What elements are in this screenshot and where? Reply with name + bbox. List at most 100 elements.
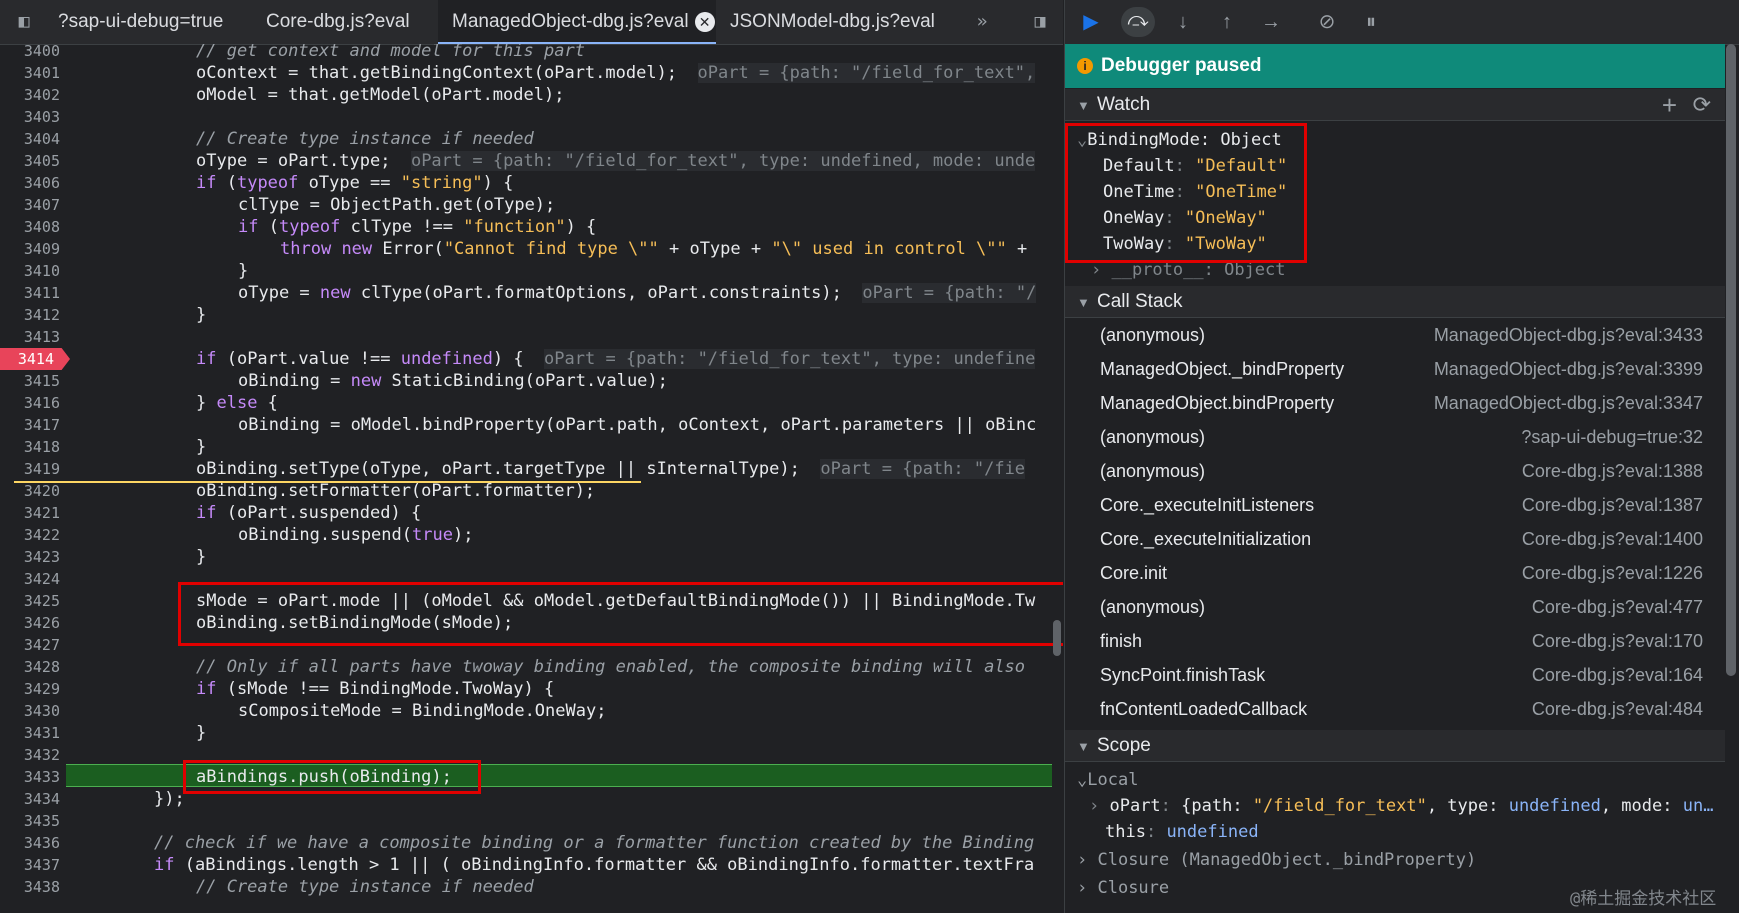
chevron-down-icon[interactable]: ⌄ bbox=[1077, 770, 1087, 790]
tab-core-dbg[interactable]: Core-dbg.js?eval bbox=[266, 0, 426, 44]
line-number[interactable]: 3405 bbox=[0, 150, 62, 172]
line-number[interactable]: 3418 bbox=[0, 436, 62, 458]
line-number[interactable]: 3425 bbox=[0, 590, 62, 612]
refresh-icon[interactable]: ⟳ bbox=[1693, 89, 1711, 121]
line-number[interactable]: 3434 bbox=[0, 788, 62, 810]
code-line: } bbox=[238, 261, 249, 281]
line-number[interactable]: 3429 bbox=[0, 678, 62, 700]
scope-var-this[interactable]: this: undefined bbox=[1105, 820, 1259, 844]
line-number[interactable]: 3402 bbox=[0, 84, 62, 106]
frame-location-link[interactable]: Core-dbg.js?eval:1388 bbox=[1522, 454, 1703, 488]
line-number[interactable]: 3400 bbox=[0, 44, 62, 62]
line-number[interactable]: 3403 bbox=[0, 106, 62, 128]
code-line: } else { bbox=[196, 393, 278, 413]
frame-location-link[interactable]: Core-dbg.js?eval:1400 bbox=[1522, 522, 1703, 556]
line-number[interactable]: 3424 bbox=[0, 568, 62, 590]
line-number[interactable]: 3410 bbox=[0, 260, 62, 282]
frame-location-link[interactable]: Core-dbg.js?eval:1387 bbox=[1522, 488, 1703, 522]
line-number[interactable]: 3417 bbox=[0, 414, 62, 436]
line-number[interactable]: 3427 bbox=[0, 634, 62, 656]
call-frame[interactable]: (anonymous) ?sap-ui-debug=true:32 bbox=[1065, 420, 1725, 454]
line-number[interactable]: 3437 bbox=[0, 854, 62, 876]
line-number[interactable]: 3436 bbox=[0, 832, 62, 854]
line-number[interactable]: 3407 bbox=[0, 194, 62, 216]
line-number[interactable]: 3423 bbox=[0, 546, 62, 568]
scope-closure[interactable]: › Closure bbox=[1077, 876, 1169, 900]
line-number[interactable]: 3406 bbox=[0, 172, 62, 194]
toggle-navigator-icon[interactable]: ◧ bbox=[12, 12, 36, 32]
line-number[interactable]: 3438 bbox=[0, 876, 62, 898]
line-number[interactable]: 3433 bbox=[0, 766, 62, 788]
call-frame[interactable]: Core._executeInitListeners Core-dbg.js?ev… bbox=[1065, 488, 1725, 522]
expand-triangle-icon: ▼ bbox=[1077, 98, 1090, 113]
chevron-right-icon[interactable]: › bbox=[1091, 260, 1111, 280]
call-frame[interactable]: finish Core-dbg.js?eval:170 bbox=[1065, 624, 1725, 658]
more-tabs-icon[interactable]: » bbox=[970, 12, 994, 32]
call-frame[interactable]: Core._executeInitialization Core-dbg.js?e… bbox=[1065, 522, 1725, 556]
call-stack-section-header[interactable]: ▼ Call Stack bbox=[1065, 286, 1725, 318]
tab-sap-ui-debug[interactable]: ?sap-ui-debug=true bbox=[58, 0, 228, 44]
line-number[interactable]: 3413 bbox=[0, 326, 62, 348]
call-frame[interactable]: SyncPoint.finishTask Core-dbg.js?eval:164 bbox=[1065, 658, 1725, 692]
scope-local-header[interactable]: ⌄Local bbox=[1077, 768, 1138, 792]
sidebar-vertical-scrollbar[interactable] bbox=[1726, 44, 1736, 676]
line-number[interactable]: 3435 bbox=[0, 810, 62, 832]
deactivate-breakpoints-icon[interactable]: ⊘ bbox=[1313, 9, 1341, 35]
add-watch-icon[interactable]: + bbox=[1662, 89, 1677, 121]
scope-var-opart[interactable]: › oPart: {path: "/field_for_text", type:… bbox=[1089, 794, 1713, 818]
close-icon[interactable]: ✕ bbox=[694, 11, 715, 32]
frame-location-link[interactable]: Core-dbg.js?eval:164 bbox=[1532, 658, 1703, 692]
line-number[interactable]: 3412 bbox=[0, 304, 62, 326]
call-frame[interactable]: (anonymous) ManagedObject-dbg.js?eval:343… bbox=[1065, 318, 1725, 352]
line-number[interactable]: 3416 bbox=[0, 392, 62, 414]
frame-location-link[interactable]: Core-dbg.js?eval:1226 bbox=[1522, 556, 1703, 590]
line-number[interactable]: 3420 bbox=[0, 480, 62, 502]
editor-vertical-scrollbar[interactable] bbox=[1053, 620, 1061, 656]
line-number[interactable]: 3426 bbox=[0, 612, 62, 634]
var-value-part: , type: bbox=[1426, 796, 1509, 816]
line-number[interactable]: 3415 bbox=[0, 370, 62, 392]
call-frame[interactable]: (anonymous) Core-dbg.js?eval:477 bbox=[1065, 590, 1725, 624]
call-frame[interactable]: ManagedObject.bindProperty ManagedObject-… bbox=[1065, 386, 1725, 420]
watch-section-header[interactable]: ▼ Watch + ⟳ bbox=[1065, 89, 1725, 121]
call-frame[interactable]: fnContentLoadedCallback Core-dbg.js?eval:… bbox=[1065, 692, 1725, 726]
frame-location-link[interactable]: ManagedObject-dbg.js?eval:3433 bbox=[1434, 318, 1703, 352]
frame-location-link[interactable]: Core-dbg.js?eval:170 bbox=[1532, 624, 1703, 658]
line-number[interactable]: 3408 bbox=[0, 216, 62, 238]
line-number[interactable]: 3428 bbox=[0, 656, 62, 678]
tab-jsonmodel-dbg[interactable]: JSONModel-dbg.js?eval bbox=[730, 0, 950, 44]
scope-closure-bindproperty[interactable]: › Closure (ManagedObject._bindProperty) bbox=[1077, 848, 1476, 872]
line-number[interactable]: 3409 bbox=[0, 238, 62, 260]
scope-section-header[interactable]: ▼ Scope bbox=[1065, 730, 1725, 762]
chevron-right-icon[interactable]: › bbox=[1089, 796, 1109, 816]
line-number[interactable]: 3431 bbox=[0, 722, 62, 744]
tab-managedobject-dbg[interactable]: ManagedObject-dbg.js?eval ✕ bbox=[438, 0, 716, 44]
step-over-icon[interactable]: ⤼ bbox=[1121, 7, 1155, 37]
line-number[interactable]: 3430 bbox=[0, 700, 62, 722]
resume-icon[interactable]: ▶ bbox=[1077, 9, 1105, 35]
frame-location-link[interactable]: ?sap-ui-debug=true:32 bbox=[1521, 420, 1703, 454]
frame-location-link[interactable]: Core-dbg.js?eval:484 bbox=[1532, 692, 1703, 726]
frame-location-link[interactable]: Core-dbg.js?eval:477 bbox=[1532, 590, 1703, 624]
call-frame[interactable]: (anonymous) Core-dbg.js?eval:1388 bbox=[1065, 454, 1725, 488]
breakpoint-marker[interactable]: 3414 bbox=[0, 348, 70, 370]
code-editor[interactable]: 3400 3401 3402 3403 3404 3405 3406 3407 3408 3409… bbox=[0, 44, 1063, 913]
step-icon[interactable]: → bbox=[1257, 9, 1285, 35]
call-frame[interactable]: Core.init Core-dbg.js?eval:1226 bbox=[1065, 556, 1725, 590]
step-into-icon[interactable]: ↓ bbox=[1169, 9, 1197, 35]
chevron-right-icon[interactable]: › bbox=[1077, 878, 1097, 898]
line-number[interactable]: 3432 bbox=[0, 744, 62, 766]
line-number[interactable]: 3404 bbox=[0, 128, 62, 150]
call-frame[interactable]: ManagedObject._bindProperty ManagedObject… bbox=[1065, 352, 1725, 386]
step-out-icon[interactable]: ↑ bbox=[1213, 9, 1241, 35]
pause-on-exceptions-icon[interactable]: ⏸ bbox=[1357, 9, 1385, 35]
frame-location-link[interactable]: ManagedObject-dbg.js?eval:3347 bbox=[1434, 386, 1703, 420]
line-number[interactable]: 3421 bbox=[0, 502, 62, 524]
line-number[interactable]: 3419 bbox=[0, 458, 62, 480]
frame-location-link[interactable]: ManagedObject-dbg.js?eval:3399 bbox=[1434, 352, 1703, 386]
line-number[interactable]: 3411 bbox=[0, 282, 62, 304]
chevron-right-icon[interactable]: › bbox=[1077, 850, 1097, 870]
line-number[interactable]: 3401 bbox=[0, 62, 62, 84]
line-number[interactable]: 3422 bbox=[0, 524, 62, 546]
toggle-debugger-icon[interactable]: ◨ bbox=[1028, 12, 1052, 32]
